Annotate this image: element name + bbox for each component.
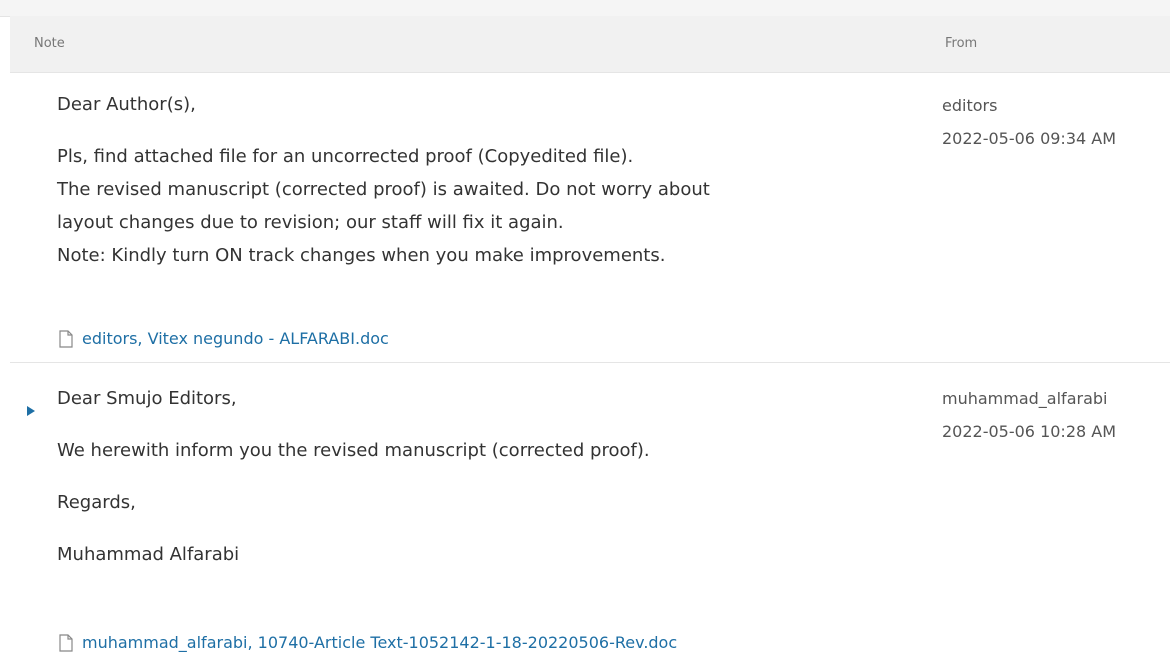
note-from: muhammad_alfarabi 2022-05-06 10:28 AM (942, 382, 1170, 448)
note-author: muhammad_alfarabi (942, 389, 1108, 408)
column-header-from: From (945, 36, 978, 51)
notes-panel: Note From Dear Author(s), Pls, find atta… (10, 16, 1170, 659)
note-line: Note: Kindly turn ON track changes when … (57, 245, 666, 266)
attachment-filename: muhammad_alfarabi, 10740-Article Text-10… (82, 633, 678, 652)
note-body: Dear Author(s), Pls, find attached file … (57, 88, 917, 272)
note-row: Dear Smujo Editors, We herewith inform y… (10, 363, 1170, 659)
note-greeting: Dear Author(s), (57, 94, 196, 115)
attachment-filename: editors, Vitex negundo - ALFARABI.doc (82, 329, 389, 348)
note-line: The revised manuscript (corrected proof)… (57, 179, 710, 200)
note-body: Dear Smujo Editors, We herewith inform y… (57, 382, 917, 571)
notes-table-header: Note From (10, 16, 1170, 73)
note-date: 2022-05-06 09:34 AM (942, 129, 1117, 148)
note-from: editors 2022-05-06 09:34 AM (942, 89, 1170, 155)
note-line: layout changes due to revision; our staf… (57, 212, 564, 233)
note-author: editors (942, 96, 998, 115)
column-header-note: Note (34, 36, 65, 51)
attachment-link[interactable]: muhammad_alfarabi, 10740-Article Text-10… (58, 633, 677, 652)
note-date: 2022-05-06 10:28 AM (942, 422, 1117, 441)
note-line: Pls, find attached file for an uncorrect… (57, 146, 634, 167)
note-greeting: Dear Smujo Editors, (57, 388, 237, 409)
note-row: Dear Author(s), Pls, find attached file … (10, 73, 1170, 363)
expand-arrow-icon[interactable] (27, 406, 35, 416)
file-icon (59, 633, 73, 652)
attachment-link[interactable]: editors, Vitex negundo - ALFARABI.doc (58, 329, 389, 348)
top-bar (0, 0, 1170, 17)
file-icon (59, 329, 73, 348)
note-line: Regards, (57, 492, 136, 513)
note-line: We herewith inform you the revised manus… (57, 440, 650, 461)
note-line: Muhammad Alfarabi (57, 544, 240, 565)
